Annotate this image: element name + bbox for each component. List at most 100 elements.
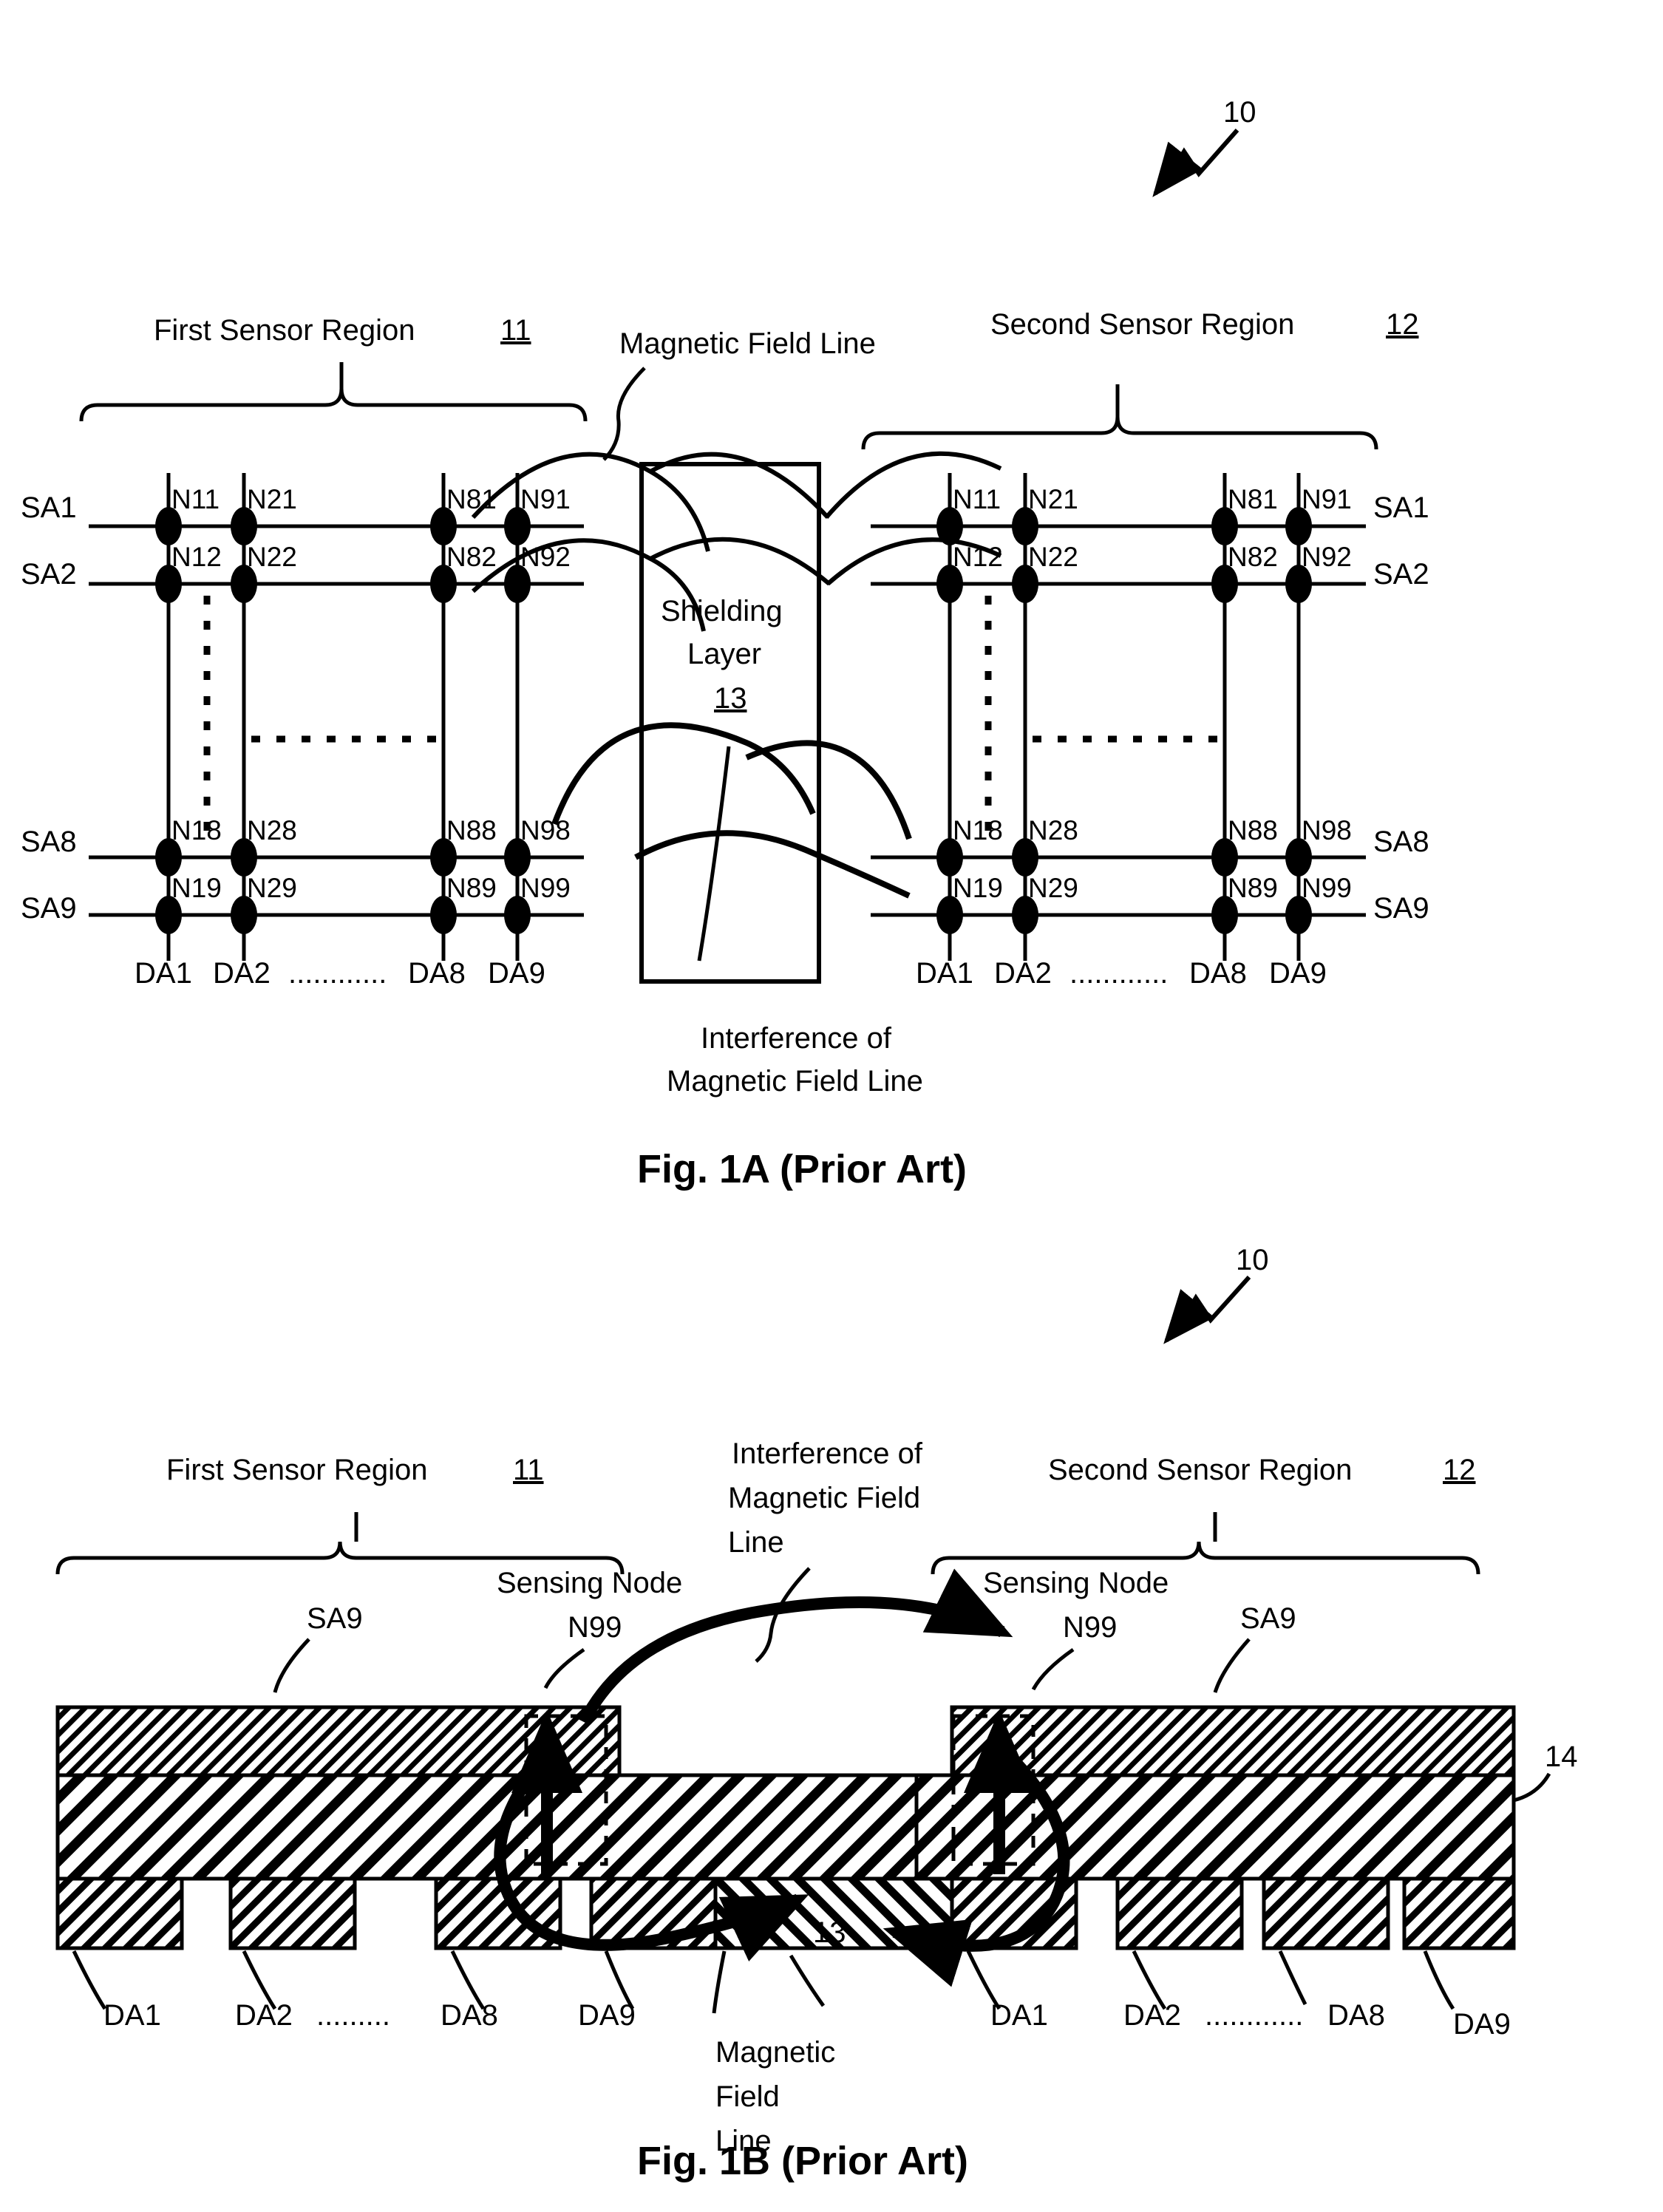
second-region-ref-1b: 12 <box>1443 1454 1476 1486</box>
interference-label-1b-line1: Interference of <box>732 1437 923 1470</box>
node-label-n19: N19 <box>171 873 222 903</box>
node-label-n11: N11 <box>171 484 220 514</box>
sense-label-sa1-left: SA1 <box>21 491 77 524</box>
node-label-n11: N11 <box>953 484 1001 514</box>
figure-1b-caption: Fig. 1B (Prior Art) <box>637 2139 968 2183</box>
figure-sheet-svg: 10 First Sensor Region 11 Second Sensor … <box>0 0 1663 2212</box>
data-label-da8-right-1b: DA8 <box>1327 1999 1385 2032</box>
interference-label-1b-line2: Magnetic Field <box>728 1482 920 1514</box>
data-block-da8-right <box>1262 1876 1390 1950</box>
sense-label-sa9-right: SA9 <box>1373 892 1429 925</box>
node-label-n92: N92 <box>1302 542 1352 572</box>
node-label-n99: N99 <box>520 873 571 903</box>
second-region-label: Second Sensor Region <box>990 308 1294 341</box>
node-label-n22: N22 <box>1028 542 1078 572</box>
node-label-n22: N22 <box>247 542 297 572</box>
node-label-n98: N98 <box>520 815 571 845</box>
sense-label-sa8-left: SA8 <box>21 826 77 858</box>
node-label-n92: N92 <box>520 542 571 572</box>
first-region-ref: 11 <box>500 314 531 347</box>
sa9-label-right-1b: SA9 <box>1240 1602 1296 1635</box>
node-label-n19: N19 <box>953 873 1003 903</box>
data-label-da2-left: DA2 <box>213 957 271 990</box>
node-label-n99: N99 <box>1302 873 1352 903</box>
sensing-layer-sa9-right <box>950 1705 1516 1777</box>
node-label-n89: N89 <box>446 873 497 903</box>
node-label-n28: N28 <box>1028 815 1078 845</box>
sense-label-sa9-left: SA9 <box>21 892 77 925</box>
sense-label-sa1-right: SA1 <box>1373 491 1429 524</box>
node-label-n28: N28 <box>247 815 297 845</box>
data-label-da2-right: DA2 <box>994 957 1052 990</box>
data-label-da1-left-1b: DA1 <box>103 1999 161 2032</box>
node-label-n12: N12 <box>171 542 222 572</box>
first-region-label: First Sensor Region <box>154 314 415 347</box>
data-label-da9-right-1b: DA9 <box>1453 2008 1511 2041</box>
sa9-label-left-1b: SA9 <box>307 1602 363 1635</box>
device-ref-label: 10 <box>1223 96 1256 129</box>
data-block-da2-left <box>228 1876 357 1950</box>
node-label-n12: N12 <box>953 542 1003 572</box>
data-label-da8-left: DA8 <box>408 957 466 990</box>
node-label-n81: N81 <box>446 484 497 514</box>
node-label-n18: N18 <box>953 815 1003 845</box>
data-label-da8-right: DA8 <box>1189 957 1247 990</box>
interference-label-1b-line3: Line <box>728 1526 784 1559</box>
shielding-layer-line2: Layer <box>687 638 761 670</box>
sense-label-sa2-right: SA2 <box>1373 558 1429 591</box>
magnetic-field-line-label-1a: Magnetic Field Line <box>619 327 876 360</box>
data-label-da1-right-1b: DA1 <box>990 1999 1048 2032</box>
shielding-layer-ref: 13 <box>714 682 747 715</box>
first-region-ref-1b: 11 <box>513 1454 544 1486</box>
sense-label-sa8-right: SA8 <box>1373 826 1429 858</box>
node-label-n29: N29 <box>247 873 297 903</box>
node-label-n88: N88 <box>1228 815 1278 845</box>
data-label-da9-left: DA9 <box>488 957 545 990</box>
device-ref-label: 10 <box>1236 1244 1269 1276</box>
data-block-da9-right <box>1402 1876 1516 1950</box>
interference-label-line2: Magnetic Field Line <box>667 1065 923 1098</box>
sensing-node-right-line1: Sensing Node <box>983 1567 1169 1599</box>
data-label-da1-right: DA1 <box>916 957 973 990</box>
sensing-node-right-line2: N99 <box>1063 1611 1117 1644</box>
node-label-n88: N88 <box>446 815 497 845</box>
data-block-da2-right <box>1115 1876 1244 1950</box>
interference-label-line1: Interference of <box>701 1022 892 1055</box>
data-ellipsis-left: ............ <box>288 957 387 990</box>
data-ellipsis-right: ............ <box>1069 957 1168 990</box>
magnetic-field-label-1b-line2: Field <box>715 2080 780 2113</box>
data-label-da9-left-1b: DA9 <box>578 1999 636 2032</box>
die-stack-right <box>914 1705 1516 1950</box>
data-label-da8-left-1b: DA8 <box>441 1999 498 2032</box>
data-ellipsis-right-1b: ............ <box>1205 1999 1303 2032</box>
patent-drawing-sheet: 10 First Sensor Region 11 Second Sensor … <box>0 0 1663 2212</box>
node-label-n82: N82 <box>446 542 497 572</box>
node-label-n91: N91 <box>1302 484 1352 514</box>
first-region-label-1b: First Sensor Region <box>166 1454 427 1486</box>
second-region-ref: 12 <box>1386 308 1419 341</box>
node-label-n98: N98 <box>1302 815 1352 845</box>
node-label-n18: N18 <box>171 815 222 845</box>
data-label-da2-left-1b: DA2 <box>235 1999 293 2032</box>
shielding-layer-line1: Shielding <box>661 595 783 627</box>
substrate-ref-label: 14 <box>1545 1740 1578 1773</box>
data-label-da2-right-1b: DA2 <box>1123 1999 1181 2032</box>
magnetic-field-label-1b-line1: Magnetic <box>715 2036 835 2069</box>
figure-1a-caption: Fig. 1A (Prior Art) <box>637 1147 967 1191</box>
node-label-n21: N21 <box>1028 484 1078 514</box>
data-block-da1-left <box>55 1876 184 1950</box>
data-label-da9-right: DA9 <box>1269 957 1327 990</box>
substrate-layer-left <box>55 1773 919 1881</box>
node-label-n21: N21 <box>247 484 297 514</box>
second-region-label-1b: Second Sensor Region <box>1048 1454 1352 1486</box>
node-label-n91: N91 <box>520 484 571 514</box>
sensing-node-left-line2: N99 <box>568 1611 622 1644</box>
shield-ref-label-1b: 13 <box>813 1916 846 1949</box>
sensing-node-left-line1: Sensing Node <box>497 1567 682 1599</box>
data-ellipsis-left-1b: ......... <box>316 1999 390 2032</box>
node-label-n29: N29 <box>1028 873 1078 903</box>
node-label-n89: N89 <box>1228 873 1278 903</box>
node-label-n81: N81 <box>1228 484 1278 514</box>
node-label-n82: N82 <box>1228 542 1278 572</box>
data-label-da1-left: DA1 <box>135 957 192 990</box>
